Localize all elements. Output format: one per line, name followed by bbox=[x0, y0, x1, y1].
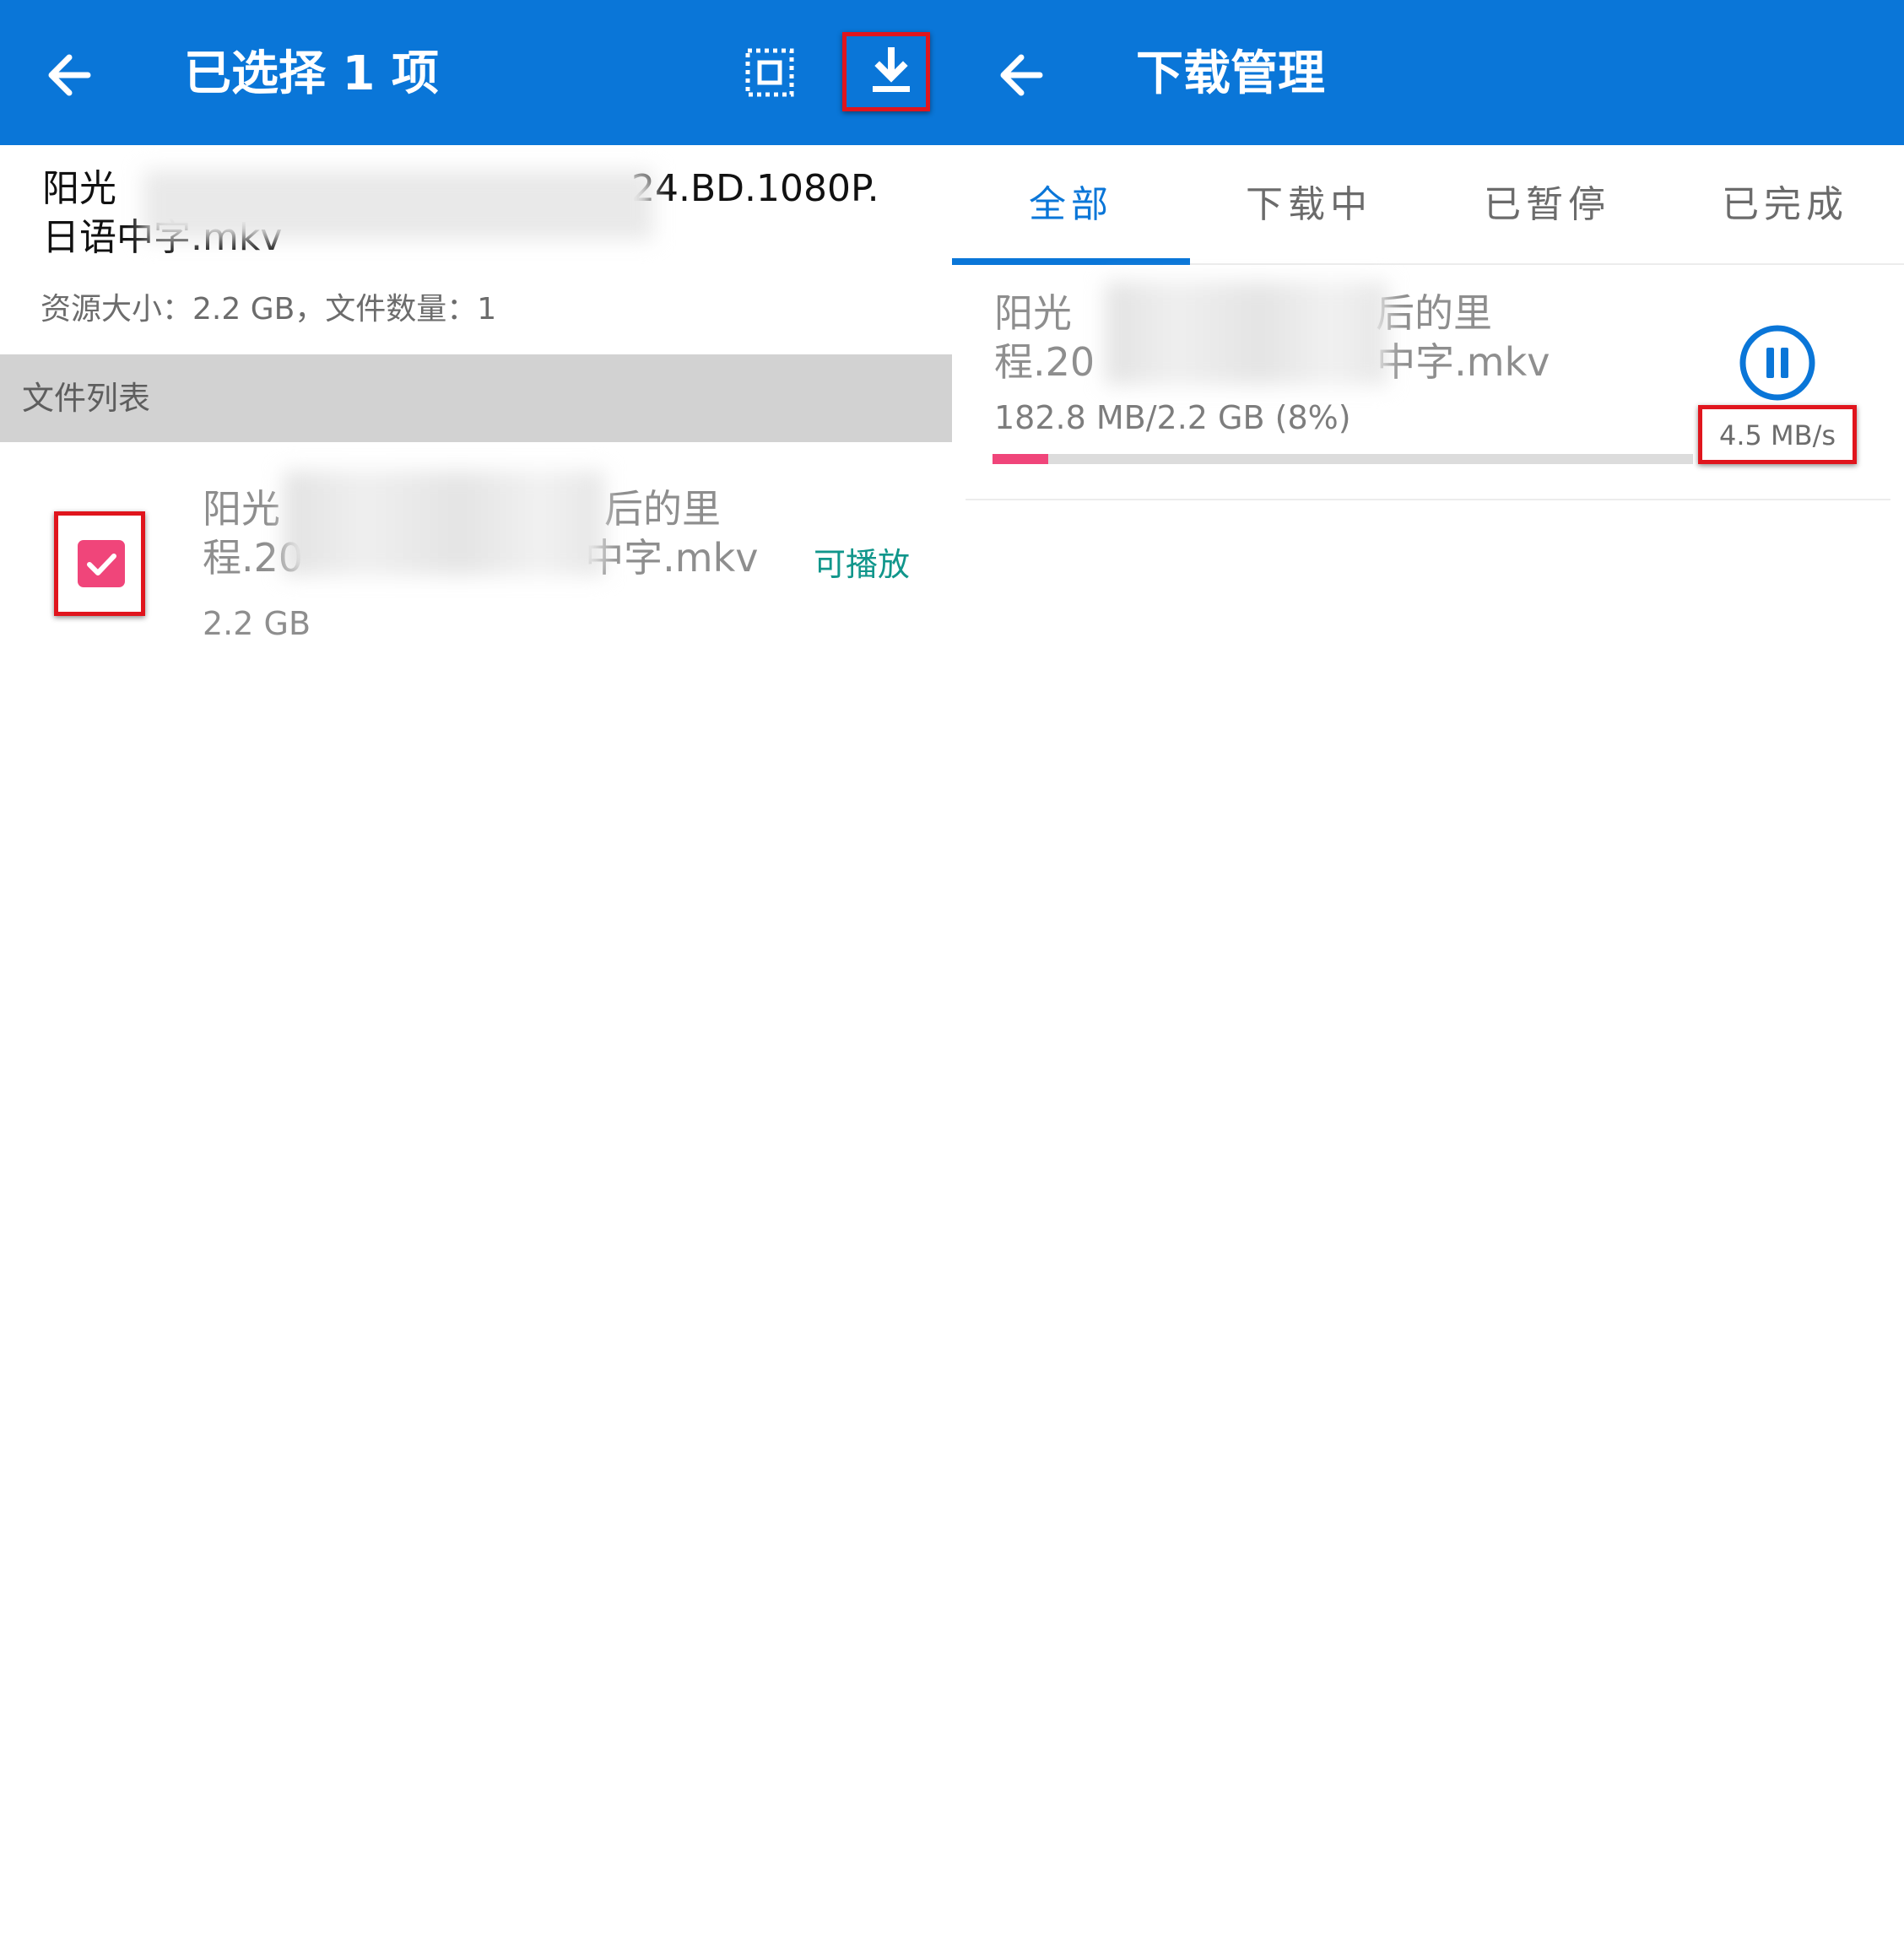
list-divider bbox=[966, 499, 1890, 500]
select-all-icon bbox=[745, 48, 794, 97]
back-button[interactable] bbox=[37, 37, 105, 113]
redaction-blur bbox=[1106, 282, 1387, 385]
tab-paused[interactable]: 已暂停 bbox=[1428, 145, 1666, 265]
page-title: 已选择 1 项 bbox=[184, 46, 439, 101]
download-progress-bar bbox=[993, 454, 1693, 464]
resource-meta: 资源大小：2.2 GB，文件数量：1 bbox=[41, 292, 497, 327]
download-progress-fill bbox=[993, 454, 1049, 464]
top-app-bar: 已选择 1 项 bbox=[0, 0, 952, 145]
file-name-end: 后的里 bbox=[604, 486, 721, 532]
tab-all[interactable]: 全部 bbox=[952, 145, 1190, 265]
redaction-blur bbox=[284, 471, 604, 575]
download-name-line2-end: 中字.mkv bbox=[1377, 339, 1550, 385]
active-tab-indicator bbox=[952, 258, 1190, 265]
download-name-end: 后的里 bbox=[1376, 290, 1492, 336]
page-title: 下载管理 bbox=[1136, 46, 1325, 101]
download-name-line2-start: 程.20 bbox=[994, 339, 1095, 385]
tab-bar: 全部 下载中 已暂停 已完成 bbox=[952, 145, 1904, 265]
file-list-header: 文件列表 bbox=[0, 354, 952, 442]
select-all-button[interactable] bbox=[734, 37, 805, 108]
tab-downloading[interactable]: 下载中 bbox=[1190, 145, 1428, 265]
tab-completed[interactable]: 已完成 bbox=[1666, 145, 1904, 265]
arrow-left-icon bbox=[1000, 54, 1043, 96]
file-size: 2.2 GB bbox=[203, 605, 311, 642]
file-name-start: 阳光 bbox=[203, 486, 280, 532]
speed-highlight bbox=[1698, 405, 1857, 464]
file-selection-screen: 已选择 1 项 阳光24.BD.1080P. 日语中字.mkv 资源大小：2.2… bbox=[0, 0, 952, 1945]
redaction-blur bbox=[143, 170, 653, 240]
resource-title-end: 24.BD.1080P. bbox=[631, 167, 879, 210]
download-manager-screen: 下载管理 全部 下载中 已暂停 已完成 阳光 后的里 程.20 中字.mkv 182… bbox=[952, 0, 1904, 1945]
playable-tag: 可播放 bbox=[814, 546, 911, 583]
resource-title-start: 阳光 bbox=[42, 167, 116, 210]
back-button[interactable] bbox=[989, 37, 1057, 113]
checkbox-highlight bbox=[54, 511, 145, 616]
pause-button[interactable] bbox=[1737, 322, 1818, 403]
top-app-bar: 下载管理 bbox=[952, 0, 1904, 145]
download-name-start: 阳光 bbox=[994, 290, 1072, 336]
download-progress-text: 182.8 MB/2.2 GB (8%) bbox=[994, 399, 1351, 436]
download-button-highlight bbox=[842, 32, 930, 111]
file-name-line2-end: 中字.mkv bbox=[585, 535, 759, 581]
pause-icon bbox=[1739, 325, 1815, 401]
arrow-left-icon bbox=[48, 54, 91, 96]
